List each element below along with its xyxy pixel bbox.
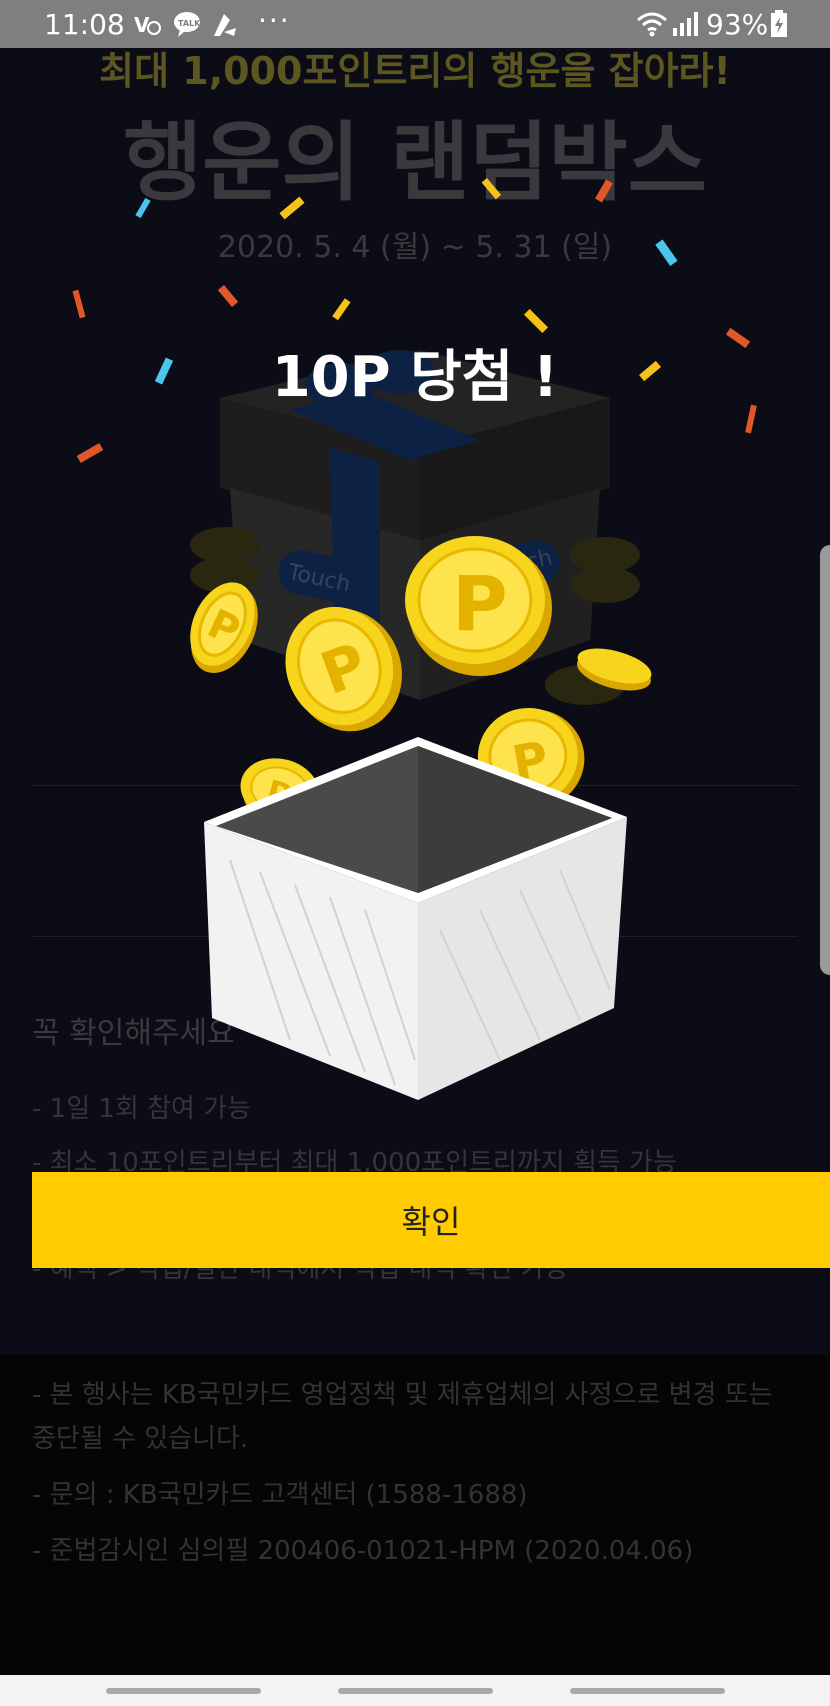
volte-icon: V (134, 13, 161, 37)
nav-home-button[interactable] (338, 1688, 493, 1694)
status-bar: 11:08 V TALK ··· 93% (0, 0, 830, 48)
divider (32, 785, 798, 786)
clock: 11:08 (44, 8, 125, 41)
notice-item: - 1일 1회 참여 가능 (32, 1094, 252, 1124)
footer-line: - 준법감시인 심의필 200406-01021-HPM (2020.04.06… (32, 1536, 694, 1566)
battery-percent: 93% (706, 8, 769, 41)
nav-recent-button[interactable] (106, 1688, 261, 1694)
divider (32, 936, 798, 937)
edge-panel-handle[interactable] (820, 545, 830, 975)
event-subtitle: 최대 1,000포인트리의 행운을 잡아라! (99, 49, 731, 93)
confirm-button[interactable]: 확인 (32, 1172, 830, 1268)
footer-line: - 본 행사는 KB국민카드 영업정책 및 제휴업체의 사정으로 변경 또는 (32, 1380, 773, 1410)
notice-title: 꼭 확인해주세요 (32, 1016, 235, 1051)
footer-line: - 문의 : KB국민카드 고객센터 (1588-1688) (32, 1480, 528, 1510)
battery-charging-icon (771, 10, 787, 37)
event-date: 2020. 5. 4 (월) ~ 5. 31 (일) (217, 230, 613, 265)
nav-back-button[interactable] (570, 1688, 725, 1694)
wifi-icon (637, 12, 667, 37)
svg-text:V: V (134, 13, 150, 37)
footer: - 본 행사는 KB국민카드 영업정책 및 제휴업체의 사정으로 변경 또는 중… (0, 1355, 830, 1675)
talk-icon: TALK (174, 12, 201, 37)
navigation-bar (0, 1675, 830, 1706)
reward-title: 10P 당첨 ! (271, 345, 559, 410)
svg-text:TALK: TALK (178, 19, 201, 28)
app-icon (214, 14, 236, 36)
more-notifications-icon: ··· (258, 4, 291, 37)
footer-line: 중단될 수 있습니다. (32, 1424, 249, 1454)
signal-icon (673, 12, 698, 36)
event-title: 행운의 랜덤박스 (123, 113, 707, 213)
